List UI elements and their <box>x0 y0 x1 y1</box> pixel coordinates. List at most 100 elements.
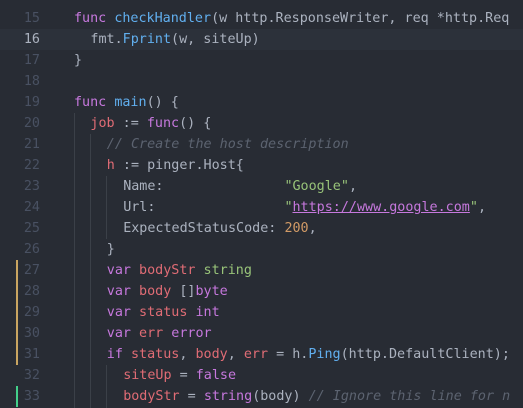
line-number[interactable]: 27 <box>0 260 40 281</box>
code-token: [] <box>171 284 196 299</box>
code-text[interactable]: var bodyStr string <box>107 260 252 281</box>
code-line[interactable]: 23 Name: "Google", <box>0 176 523 197</box>
code-line[interactable]: 24 Url: "https://www.google.com", <box>0 197 523 218</box>
code-line[interactable]: 27 var bodyStr string <box>0 260 523 281</box>
code-token: var <box>106 326 140 341</box>
code-token: // Create the host description <box>106 137 349 152</box>
code-line[interactable]: 26} <box>0 239 523 260</box>
code-text[interactable]: job := func() { <box>90 113 211 134</box>
code-text[interactable]: Name: "Google", <box>123 176 357 197</box>
code-token: 200 <box>284 221 309 236</box>
code-token: main <box>114 95 147 110</box>
code-text[interactable]: // Create the host description <box>107 134 349 155</box>
code-token: := <box>114 116 147 131</box>
code-line[interactable]: 17} <box>0 50 523 71</box>
code-line[interactable]: 28 var body []byte <box>0 281 523 302</box>
code-text[interactable]: if status, body, err = h.Ping(http.Defau… <box>107 344 510 365</box>
code-line[interactable]: 33 bodyStr = string(body) // Ignore this … <box>0 386 523 407</box>
code-line[interactable]: 32 siteUp = false <box>0 365 523 386</box>
code-text[interactable]: } <box>107 239 115 260</box>
code-text[interactable]: var err error <box>107 323 212 344</box>
code-token: int <box>195 305 220 320</box>
line-number[interactable]: 15 <box>0 8 40 29</box>
code-text[interactable]: ExpectedStatusCode: 200, <box>123 218 317 239</box>
code-token: , <box>227 347 244 362</box>
code-line[interactable]: 25 ExpectedStatusCode: 200, <box>0 218 523 239</box>
line-number[interactable]: 33 <box>0 386 40 407</box>
code-token: string <box>203 263 252 278</box>
code-token: err <box>243 347 269 362</box>
code-token: bodyStr <box>139 263 196 278</box>
code-token: h <box>106 158 115 173</box>
code-text[interactable]: } <box>74 50 82 71</box>
code-token: (w, siteUp) <box>171 32 260 47</box>
code-text[interactable]: func main() { <box>74 92 179 113</box>
line-number[interactable]: 16 <box>0 29 40 50</box>
code-token: error <box>171 326 212 341</box>
line-number[interactable]: 21 <box>0 134 40 155</box>
code-token: body <box>195 347 228 362</box>
code-token: false <box>195 368 237 383</box>
code-token: = <box>171 368 196 383</box>
line-number[interactable]: 17 <box>0 50 40 71</box>
code-token: (http.DefaultClient); <box>340 347 510 362</box>
code-line[interactable]: 19 func main() { <box>0 92 523 113</box>
code-token: = h. <box>268 347 309 362</box>
line-number[interactable]: 23 <box>0 176 40 197</box>
code-text[interactable]: h := pinger.Host{ <box>107 155 244 176</box>
code-text[interactable]: fmt.Fprint(w, siteUp) <box>90 29 259 50</box>
code-token: siteUp <box>123 368 172 383</box>
line-number[interactable]: 26 <box>0 239 40 260</box>
code-token: checkHandler <box>114 11 212 26</box>
line-number[interactable]: 31 <box>0 344 40 365</box>
line-number[interactable]: 28 <box>0 281 40 302</box>
code-token: func <box>146 116 180 131</box>
line-number[interactable]: 32 <box>0 365 40 386</box>
code-text[interactable]: func checkHandler(w http.ResponseWriter,… <box>74 8 509 29</box>
code-token: := pinger.Host{ <box>114 158 244 173</box>
code-token: status <box>139 305 188 320</box>
code-line[interactable]: 16 fmt.Fprint(w, siteUp) <box>0 29 523 50</box>
code-token: ExpectedStatusCode: <box>123 221 285 236</box>
code-text[interactable]: bodyStr = string(body) // Ignore this li… <box>123 386 510 407</box>
code-token: // Ignore this line for n <box>308 389 511 404</box>
code-line[interactable]: 21 // Create the host description <box>0 134 523 155</box>
code-token: , <box>179 347 196 362</box>
code-text[interactable]: var status int <box>107 302 220 323</box>
code-token: https://www.google.com <box>292 200 470 215</box>
code-text[interactable]: Url: "https://www.google.com", <box>123 197 486 218</box>
code-token: , <box>477 200 486 215</box>
code-token: Ping <box>308 347 341 362</box>
code-token: "Google" <box>284 179 349 194</box>
line-number[interactable]: 24 <box>0 197 40 218</box>
code-line[interactable]: 18 <box>0 71 523 92</box>
code-token: body <box>139 284 172 299</box>
line-number[interactable]: 30 <box>0 323 40 344</box>
code-text[interactable]: var body []byte <box>107 281 228 302</box>
code-line[interactable]: 20 job := func() { <box>0 113 523 134</box>
code-token: if <box>106 347 131 362</box>
code-token: var <box>106 263 140 278</box>
code-token: (w http.ResponseWriter, req *http.Req <box>211 11 510 26</box>
line-number[interactable]: 29 <box>0 302 40 323</box>
line-number[interactable]: 25 <box>0 218 40 239</box>
code-line[interactable]: 22 h := pinger.Host{ <box>0 155 523 176</box>
code-token: byte <box>195 284 228 299</box>
code-line[interactable]: 31 if status, body, err = h.Ping(http.Def… <box>0 344 523 365</box>
code-token: func <box>74 95 115 110</box>
code-token: status <box>130 347 180 362</box>
code-line[interactable]: 29 var status int <box>0 302 523 323</box>
line-number[interactable]: 18 <box>0 71 40 92</box>
code-token: var <box>106 284 140 299</box>
code-token: string <box>203 389 253 404</box>
code-text[interactable]: siteUp = false <box>123 365 236 386</box>
code-editor[interactable]: 15 func checkHandler(w http.ResponseWrite… <box>0 0 523 408</box>
code-token: fmt. <box>90 32 123 47</box>
line-number[interactable]: 20 <box>0 113 40 134</box>
line-number[interactable]: 22 <box>0 155 40 176</box>
code-line[interactable]: 30 var err error <box>0 323 523 344</box>
line-number[interactable]: 19 <box>0 92 40 113</box>
code-line[interactable]: 15 func checkHandler(w http.ResponseWrite… <box>0 8 523 29</box>
code-token: () { <box>146 95 179 110</box>
